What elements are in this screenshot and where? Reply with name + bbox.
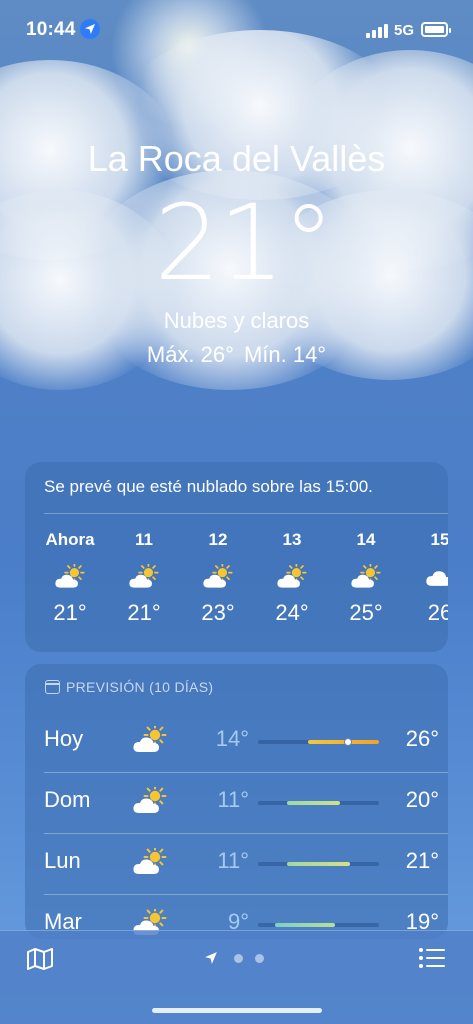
temperature-range-fill bbox=[287, 862, 350, 866]
city-name: La Roca del Vallès bbox=[87, 138, 386, 179]
hourly-item: 11 21° bbox=[114, 530, 174, 626]
hour-label: 12 bbox=[208, 530, 228, 549]
hourly-summary: Se prevé que esté nublado sobre las 15:0… bbox=[44, 477, 373, 496]
hour-label: 13 bbox=[282, 530, 302, 549]
hour-label: Ahora bbox=[45, 530, 95, 549]
day-low-temp: 11° bbox=[217, 787, 249, 812]
battery-icon bbox=[421, 22, 451, 37]
hour-temperature: 23° bbox=[201, 600, 235, 625]
cloud-icon bbox=[425, 564, 448, 590]
temperature-range-bar bbox=[258, 738, 379, 746]
daily-row[interactable]: Dom 11° 20° bbox=[25, 772, 448, 832]
day-name: Hoy bbox=[44, 726, 84, 751]
hourly-item: 15 26 bbox=[410, 530, 448, 626]
divider bbox=[44, 513, 448, 514]
hour-label: 15 bbox=[430, 530, 448, 549]
hourly-list[interactable]: Ahora 21° 11 21° 12 23° 13 24° 14 25° 15 26 bbox=[25, 530, 448, 640]
partly-sunny-icon bbox=[55, 562, 85, 590]
hourly-item: 14 25° bbox=[336, 530, 396, 626]
temperature-range-bar bbox=[258, 801, 379, 805]
current-condition: Nubes y claros bbox=[163, 308, 310, 333]
temperature-range-bar bbox=[258, 862, 379, 866]
divider bbox=[44, 833, 448, 834]
hourly-item: 13 24° bbox=[262, 530, 322, 626]
divider bbox=[44, 772, 448, 773]
temperature-range-fill bbox=[274, 923, 336, 927]
hour-temperature: 21° bbox=[53, 600, 87, 625]
hour-temperature: 21° bbox=[127, 600, 161, 625]
day-high-temp: 21° bbox=[405, 848, 439, 873]
hour-temperature: 26 bbox=[427, 600, 448, 625]
high-low: Máx. 26° Mín. 14° bbox=[0, 342, 473, 368]
partly-sunny-icon bbox=[351, 562, 381, 590]
day-high-temp: 26° bbox=[405, 726, 439, 751]
divider bbox=[44, 894, 448, 895]
daily-header-label: PREVISIÓN (10 DÍAS) bbox=[66, 679, 214, 695]
location-arrow-icon[interactable] bbox=[204, 951, 218, 970]
page-indicator[interactable] bbox=[204, 951, 274, 967]
partly-sunny-icon bbox=[129, 562, 159, 590]
partly-sunny-icon bbox=[133, 723, 167, 754]
day-name: Dom bbox=[44, 787, 91, 812]
current-temperature: 21° bbox=[154, 182, 334, 304]
daily-row[interactable]: Lun 11° 21° bbox=[25, 833, 448, 893]
daily-header: PREVISIÓN (10 DÍAS) bbox=[45, 679, 213, 695]
daily-forecast-card[interactable]: PREVISIÓN (10 DÍAS) Hoy 14° 26° Dom 11° 20° Lu… bbox=[25, 664, 448, 939]
page-dot[interactable] bbox=[255, 954, 264, 963]
page-dot[interactable] bbox=[234, 954, 243, 963]
day-name: Lun bbox=[44, 848, 81, 873]
location-arrow-icon bbox=[80, 19, 100, 39]
network-type: 5G bbox=[394, 22, 415, 39]
status-bar: 10:44 5G bbox=[0, 0, 473, 60]
cellular-signal-icon bbox=[366, 24, 388, 38]
calendar-icon bbox=[45, 680, 60, 694]
current-temp-marker bbox=[343, 738, 352, 746]
day-low-temp: 14° bbox=[215, 726, 249, 751]
hourly-item: 12 23° bbox=[188, 530, 248, 626]
partly-sunny-icon bbox=[133, 845, 167, 876]
high-temp: Máx. 26° bbox=[146, 342, 234, 367]
hour-label: 11 bbox=[135, 530, 153, 549]
low-temp: Mín. 14° bbox=[243, 342, 327, 367]
temperature-range-bar bbox=[258, 923, 379, 927]
partly-sunny-icon bbox=[277, 562, 307, 590]
map-icon[interactable] bbox=[26, 947, 54, 976]
status-time: 10:44 bbox=[26, 19, 76, 40]
hour-temperature: 24° bbox=[275, 600, 309, 625]
day-low-temp: 11° bbox=[217, 848, 249, 873]
hour-label: 14 bbox=[356, 530, 376, 549]
home-indicator[interactable] bbox=[152, 1008, 322, 1013]
day-high-temp: 20° bbox=[405, 787, 439, 812]
temperature-range-fill bbox=[287, 801, 341, 805]
hourly-item: Ahora 21° bbox=[40, 530, 100, 626]
hour-temperature: 25° bbox=[349, 600, 383, 625]
partly-sunny-icon bbox=[203, 562, 233, 590]
list-icon[interactable] bbox=[418, 947, 446, 974]
hourly-forecast-card[interactable]: Se prevé que esté nublado sobre las 15:0… bbox=[25, 462, 448, 652]
daily-row[interactable]: Hoy 14° 26° bbox=[25, 711, 448, 771]
partly-sunny-icon bbox=[133, 784, 167, 815]
